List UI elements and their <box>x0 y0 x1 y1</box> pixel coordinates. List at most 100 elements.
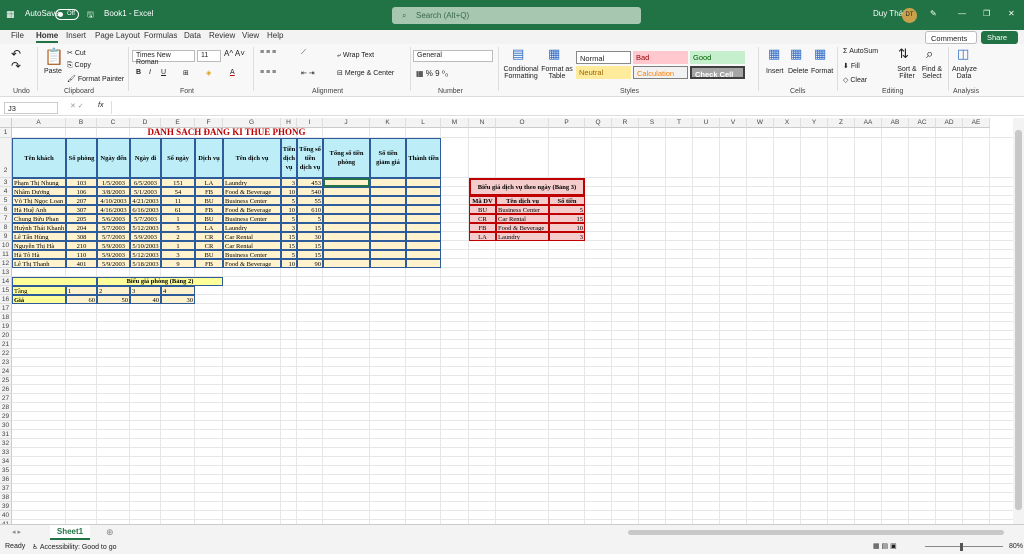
conditional-formatting-button[interactable]: Conditional Formatting <box>501 66 541 80</box>
sort-filter-button[interactable]: Sort & Filter <box>896 66 918 80</box>
select-all-corner[interactable] <box>0 118 12 128</box>
column-header-o[interactable]: O <box>496 118 549 128</box>
style-check-cell[interactable]: Check Cell <box>690 66 745 79</box>
tab-review[interactable]: Review <box>209 31 235 40</box>
main-header-cell[interactable]: Số tiền giảm giá <box>370 138 406 178</box>
row-header-13[interactable]: 13 <box>0 268 12 277</box>
column-header-s[interactable]: S <box>639 118 666 128</box>
main-table-cell[interactable]: 9 <box>161 259 195 268</box>
main-table-cell[interactable]: BU <box>195 214 223 223</box>
column-header-ae[interactable]: AE <box>963 118 990 128</box>
main-table-cell[interactable]: 1 <box>161 214 195 223</box>
fill-button[interactable]: ⬇ Fill <box>843 62 860 70</box>
main-header-cell[interactable]: Tiền dịch vụ <box>281 138 297 178</box>
main-table-cell[interactable]: 15 <box>281 241 297 250</box>
price-value-cell[interactable]: 30 <box>161 295 195 304</box>
service-table-cell[interactable]: CR <box>469 214 496 223</box>
main-table-cell[interactable]: 3 <box>281 178 297 187</box>
format-cells-icon[interactable]: ▦ <box>814 46 826 62</box>
main-table-cell[interactable]: 5 <box>161 223 195 232</box>
main-table-title[interactable]: DANH SÁCH ĐĂNG KÍ THUÊ PHÒNG <box>12 128 441 138</box>
main-table-cell[interactable] <box>323 241 370 250</box>
row-header-16[interactable]: 16 <box>0 295 12 304</box>
service-header-cell[interactable]: Tên dịch vụ <box>496 196 549 205</box>
main-header-cell[interactable]: Số ngày <box>161 138 195 178</box>
main-table-cell[interactable] <box>370 259 406 268</box>
main-table-cell[interactable]: 5/9/2003 <box>97 259 130 268</box>
main-table-cell[interactable]: 5 <box>297 214 323 223</box>
main-table-cell[interactable] <box>323 259 370 268</box>
main-table-cell[interactable]: FB <box>195 205 223 214</box>
maximize-icon[interactable]: ❐ <box>983 9 990 18</box>
main-table-cell[interactable]: 5/7/2003 <box>97 223 130 232</box>
tab-formulas[interactable]: Formulas <box>144 31 177 40</box>
column-header-p[interactable]: P <box>549 118 585 128</box>
main-table-cell[interactable]: 5/12/2003 <box>130 223 161 232</box>
row-header-30[interactable]: 30 <box>0 421 12 430</box>
service-table-title[interactable]: Biểu giá dịch vụ theo ngày (Bảng 3) <box>469 178 585 196</box>
row-header-31[interactable]: 31 <box>0 430 12 439</box>
column-header-u[interactable]: U <box>693 118 720 128</box>
price-floor-cell[interactable]: 1 <box>66 286 97 295</box>
main-table-cell[interactable]: Food & Beverage <box>223 259 281 268</box>
main-table-cell[interactable]: 1 <box>161 241 195 250</box>
tab-file[interactable]: File <box>11 31 24 40</box>
row-header-33[interactable]: 33 <box>0 448 12 457</box>
main-table-cell[interactable]: 5/9/2003 <box>97 241 130 250</box>
column-header-r[interactable]: R <box>612 118 639 128</box>
main-table-cell[interactable] <box>406 214 441 223</box>
analyze-data-button[interactable]: Analyze Data <box>952 66 977 80</box>
main-table-cell[interactable]: FB <box>195 259 223 268</box>
main-table-cell[interactable]: 5/7/2003 <box>130 214 161 223</box>
main-table-cell[interactable]: 151 <box>161 178 195 187</box>
insert-cells-icon[interactable]: ▦ <box>768 46 780 62</box>
main-table-cell[interactable] <box>370 223 406 232</box>
main-header-cell[interactable]: Tổng số tiền phòng <box>323 138 370 178</box>
main-table-cell[interactable] <box>406 178 441 187</box>
service-table-cell[interactable]: BU <box>469 205 496 214</box>
main-table-cell[interactable] <box>370 196 406 205</box>
row-header-8[interactable]: 8 <box>0 223 12 232</box>
main-table-cell[interactable] <box>406 241 441 250</box>
main-table-cell[interactable]: 5/10/2003 <box>130 241 161 250</box>
share-button[interactable]: Share <box>981 31 1018 44</box>
bold-button[interactable]: B <box>136 69 141 76</box>
number-format-select[interactable]: General <box>413 50 493 62</box>
main-header-cell[interactable]: Tổng số tiền dịch vụ <box>297 138 323 178</box>
style-bad[interactable]: Bad <box>633 51 688 64</box>
price-value-cell[interactable]: 60 <box>66 295 97 304</box>
row-header-29[interactable]: 29 <box>0 412 12 421</box>
column-header-e[interactable]: E <box>161 118 195 128</box>
main-table-cell[interactable]: 3/8/2003 <box>97 187 130 196</box>
main-table-cell[interactable]: Business Center <box>223 196 281 205</box>
price-floor-cell[interactable]: 3 <box>130 286 161 295</box>
main-table-cell[interactable]: 90 <box>297 259 323 268</box>
main-table-cell[interactable]: Laundry <box>223 223 281 232</box>
price-table-title[interactable]: Biểu giá phòng (Bảng 2) <box>97 277 223 286</box>
column-header-k[interactable]: K <box>370 118 406 128</box>
align-top-icon[interactable]: ≡ ≡ ≡ <box>260 49 276 56</box>
main-table-cell[interactable]: 5/9/2003 <box>130 232 161 241</box>
column-header-x[interactable]: X <box>774 118 801 128</box>
main-table-cell[interactable]: 55 <box>297 196 323 205</box>
insert-function-icon[interactable]: fx <box>98 102 103 109</box>
format-painter-button[interactable]: 🖌 Format Painter <box>67 75 124 83</box>
row-header-26[interactable]: 26 <box>0 385 12 394</box>
main-table-cell[interactable]: 204 <box>66 223 97 232</box>
column-header-j[interactable]: J <box>323 118 370 128</box>
row-header-18[interactable]: 18 <box>0 313 12 322</box>
main-table-cell[interactable]: 15 <box>281 232 297 241</box>
main-table-cell[interactable]: 308 <box>66 232 97 241</box>
orientation-icon[interactable]: ⟋ <box>301 49 306 57</box>
row-header-4[interactable]: 4 <box>0 187 12 196</box>
row-header-21[interactable]: 21 <box>0 340 12 349</box>
delete-cells-icon[interactable]: ▦ <box>790 46 802 62</box>
main-table-cell[interactable]: 30 <box>297 232 323 241</box>
service-table-cell[interactable]: LA <box>469 232 496 241</box>
main-table-cell[interactable] <box>406 205 441 214</box>
clear-button[interactable]: ◇ Clear <box>843 76 867 84</box>
column-header-ad[interactable]: AD <box>936 118 963 128</box>
row-header-36[interactable]: 36 <box>0 475 12 484</box>
paste-button[interactable]: Paste <box>44 68 62 75</box>
main-table-cell[interactable]: 5/1/2003 <box>130 187 161 196</box>
